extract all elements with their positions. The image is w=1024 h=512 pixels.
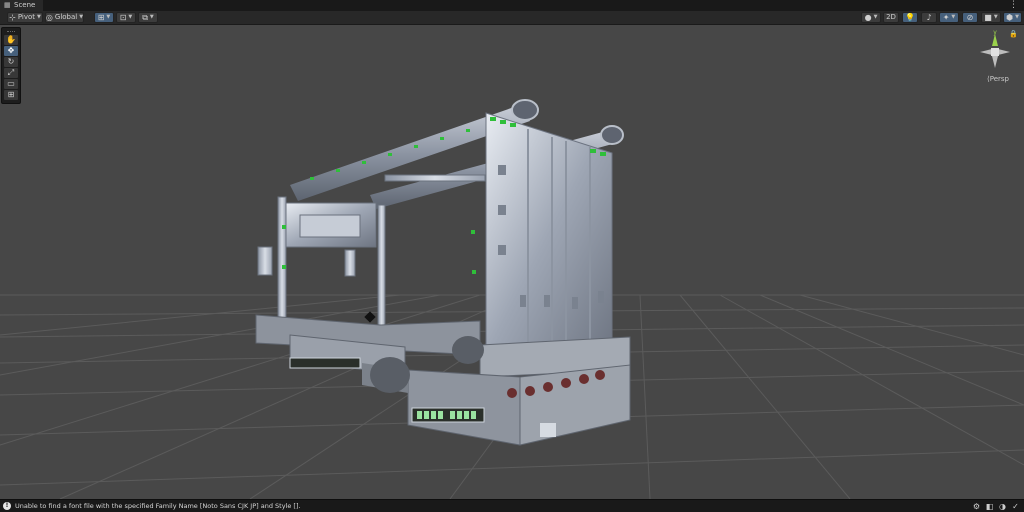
overlay-grip[interactable] <box>7 31 15 33</box>
cache-icon[interactable]: ◧ <box>985 502 994 511</box>
shading-sphere-icon: ● <box>864 13 872 22</box>
kebab-menu-icon[interactable]: ⋮ <box>1009 0 1018 11</box>
window-tab-bar: ▦ Scene ⋮ <box>0 0 1024 11</box>
rear-frame <box>257 174 486 336</box>
gizmo-z-cone <box>992 56 998 68</box>
pivot-dropdown[interactable]: ⊹ Pivot ▼ <box>7 12 43 23</box>
increment-snap-button[interactable]: ⧉ ▼ <box>138 12 158 23</box>
snap-increment-icon: ⧉ <box>142 13 148 22</box>
progress-icon[interactable]: ◑ <box>998 502 1007 511</box>
chevron-down-icon: ▼ <box>106 14 111 20</box>
chevron-down-icon: ▼ <box>149 14 154 20</box>
effects-icon: ✦ <box>942 13 950 22</box>
rect-tool-icon[interactable]: ▭ <box>4 79 18 89</box>
debug-icon[interactable]: ⚙ <box>972 502 981 511</box>
effects-dropdown[interactable]: ✦ ▼ <box>939 12 959 23</box>
scene-icon: ▦ <box>4 1 11 9</box>
chevron-down-icon: ▼ <box>79 14 84 20</box>
chevron-down-icon: ▼ <box>37 14 41 20</box>
camera-icon: ■ <box>984 13 992 22</box>
lock-icon[interactable]: 🔒 <box>1009 30 1018 38</box>
hand-tool-icon[interactable]: ✋ <box>4 35 18 45</box>
gizmo-x-pos-cone <box>998 49 1010 55</box>
mode-2d-label: 2D <box>886 13 896 21</box>
grid-snap-button[interactable]: ⊞ ▼ <box>94 12 114 23</box>
pivot-label: Pivot <box>17 13 36 21</box>
scene-tab-label: Scene <box>14 1 36 9</box>
scene-visibility-button[interactable]: ⊘ <box>962 12 978 23</box>
pivot-icon: ⊹ <box>9 13 16 22</box>
gizmo-y-label: y <box>993 29 997 36</box>
lighting-toggle-button[interactable]: 💡 <box>902 12 918 23</box>
projection-label[interactable]: ⟨Persp <box>978 75 1018 83</box>
chevron-down-icon: ▼ <box>128 14 133 20</box>
global-label: Global <box>54 13 78 21</box>
chevron-down-icon: ▼ <box>873 14 878 20</box>
check-icon[interactable]: ✓ <box>1011 502 1020 511</box>
gizmos-dropdown[interactable]: ⬢ ▼ <box>1003 12 1022 23</box>
scene-tab[interactable]: ▦ Scene <box>0 0 45 11</box>
scale-tool-icon[interactable]: ⤢ <box>4 68 18 78</box>
grid-icon: ⊞ <box>97 13 105 22</box>
move-tool-icon[interactable]: ✥ <box>4 46 18 56</box>
projection-text: Persp <box>989 75 1009 83</box>
status-right-icons: ⚙ ◧ ◑ ✓ <box>972 502 1020 511</box>
tools-overlay: ✋ ✥ ↻ ⤢ ▭ ⊞ <box>1 27 21 104</box>
light-bulb-icon: 💡 <box>905 13 915 22</box>
status-message[interactable]: Unable to find a font file with the spec… <box>15 502 301 510</box>
chevron-down-icon: ▼ <box>993 14 998 20</box>
status-bar: ! Unable to find a font file with the sp… <box>0 499 1024 512</box>
globe-icon: ◎ <box>45 13 53 22</box>
grid-toggle-icon: ⊡ <box>119 13 127 22</box>
audio-icon: ♪ <box>926 13 932 22</box>
shading-mode-button[interactable]: ● ▼ <box>861 12 881 23</box>
scene-render <box>0 99 1024 499</box>
eye-crossed-icon: ⊘ <box>966 13 974 22</box>
gizmos-icon: ⬢ <box>1006 13 1014 22</box>
chevron-down-icon: ▼ <box>1015 14 1019 20</box>
info-icon: ! <box>3 502 11 510</box>
chevron-down-icon: ▼ <box>951 14 956 20</box>
scene-toolbar: ⊹ Pivot ▼ ◎ Global ▼ ⊞ ▼ ⊡ ▼ ⧉ ▼ ● ▼ 2D … <box>0 11 1024 25</box>
gizmo-center-cube <box>991 48 999 56</box>
scene-viewport[interactable] <box>0 25 1024 499</box>
camera-settings-dropdown[interactable]: ■ ▼ <box>981 12 1001 23</box>
grid-visibility-button[interactable]: ⊡ ▼ <box>116 12 136 23</box>
rotate-tool-icon[interactable]: ↻ <box>4 57 18 67</box>
transform-tool-icon[interactable]: ⊞ <box>4 90 18 100</box>
mode-2d-button[interactable]: 2D <box>883 12 899 23</box>
global-dropdown[interactable]: ◎ Global ▼ <box>45 12 84 23</box>
audio-toggle-button[interactable]: ♪ <box>921 12 937 23</box>
gizmo-x-neg-cone <box>980 49 992 55</box>
